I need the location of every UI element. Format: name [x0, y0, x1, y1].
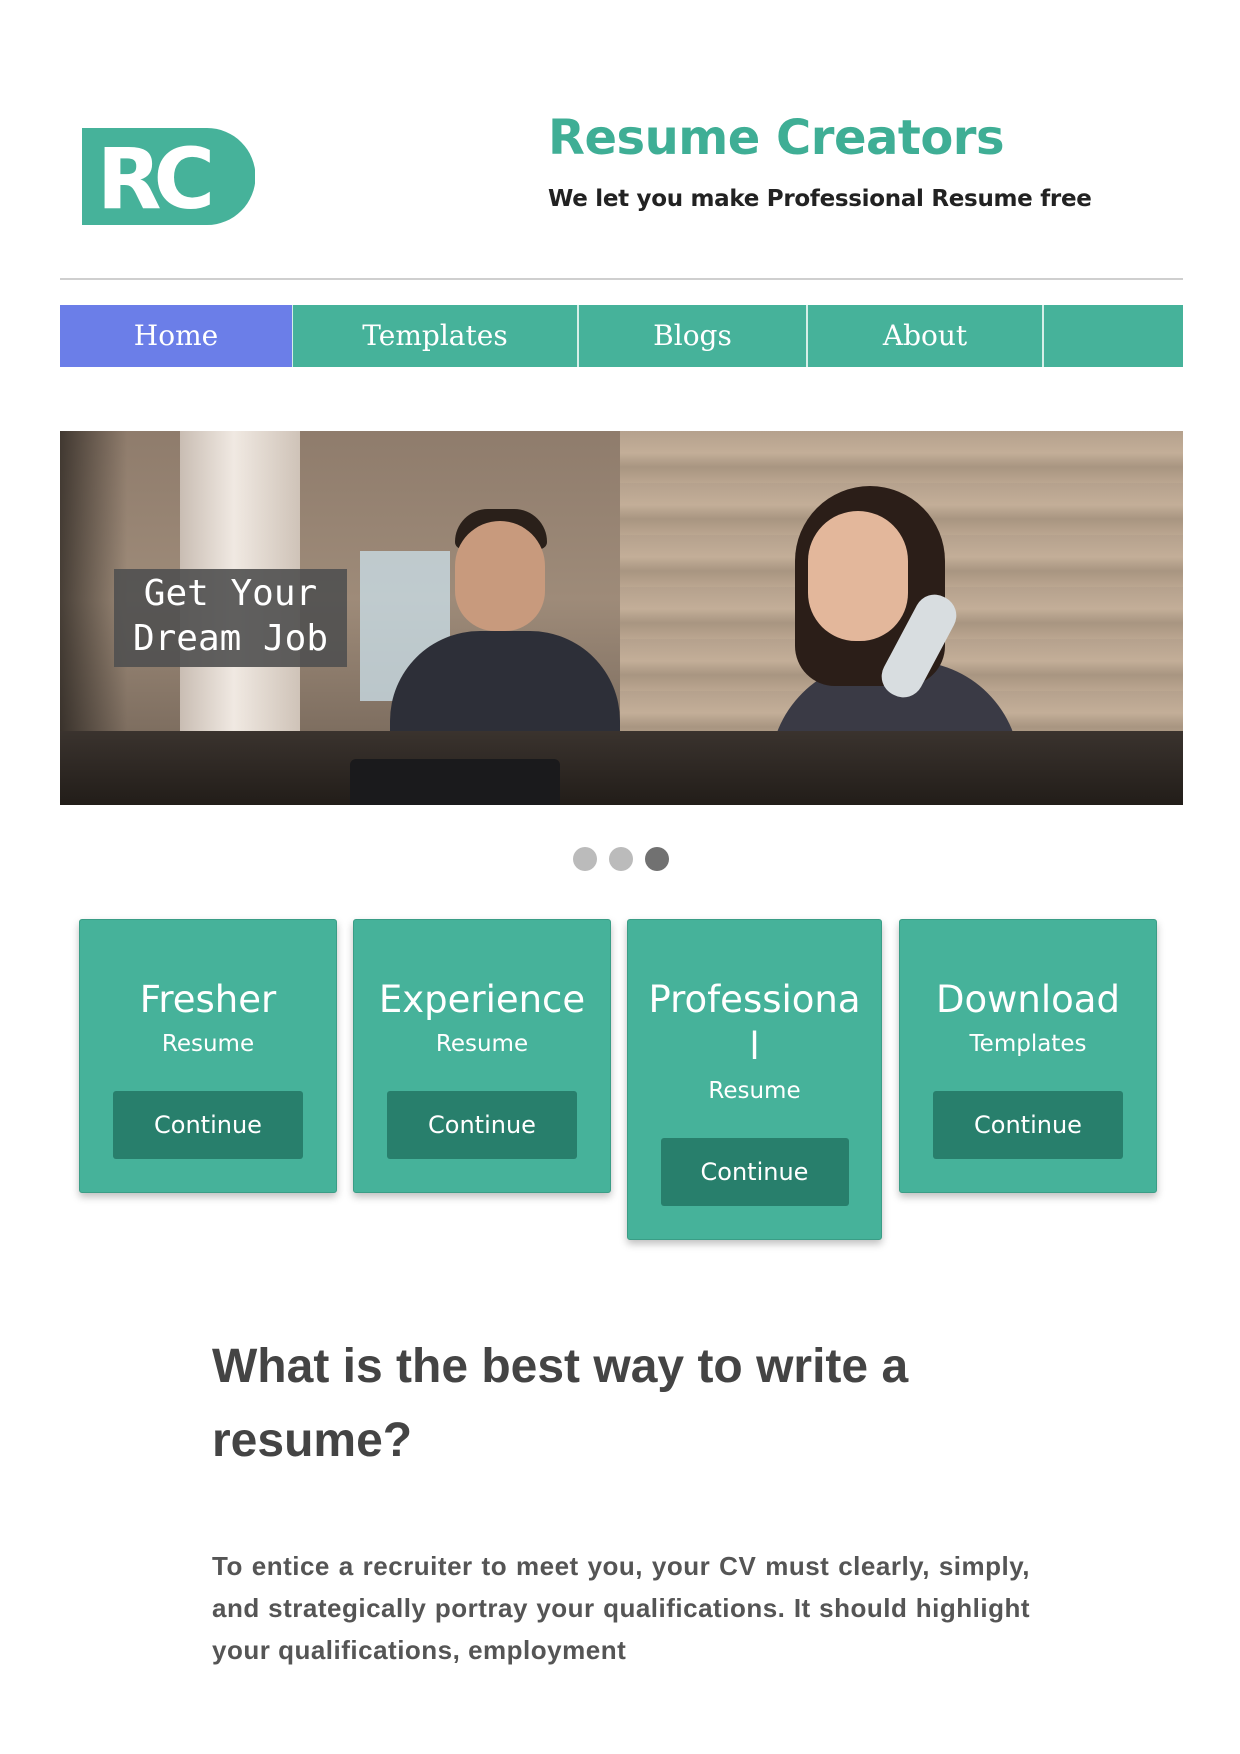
hero-caption-line1: Get Your: [143, 573, 318, 614]
hero-caption: Get Your Dream Job: [114, 569, 347, 667]
nav-item-empty[interactable]: [1044, 305, 1183, 367]
card-title: Download: [936, 978, 1120, 1021]
card-title: Professional: [648, 978, 861, 1068]
card-subtitle: Resume: [435, 1031, 529, 1057]
nav-item-home[interactable]: Home: [60, 305, 293, 367]
site-tagline: We let you make Professional Resume free: [548, 186, 1092, 212]
hero-caption-line2: Dream Job: [132, 618, 329, 659]
nav-item-blogs[interactable]: Blogs: [579, 305, 808, 367]
continue-button[interactable]: Continue: [933, 1091, 1123, 1159]
article-heading: What is the best way to write a resume?: [212, 1340, 909, 1467]
slide-dot-3[interactable]: [645, 847, 669, 871]
slide-dot-2[interactable]: [609, 847, 633, 871]
header-divider: [60, 278, 1183, 280]
card-subtitle: Resume: [161, 1031, 255, 1057]
rc-logo: RC: [82, 128, 255, 225]
site-title: Resume Creators: [548, 110, 1005, 166]
card-experience: Experience Resume Continue: [353, 919, 611, 1193]
main-nav: Home Templates Blogs About: [60, 305, 1183, 367]
article-paragraph: To entice a recruiter to meet you, your …: [212, 1551, 1030, 1665]
card-title: Experience: [378, 978, 586, 1021]
nav-item-about[interactable]: About: [808, 305, 1044, 367]
nav-item-templates[interactable]: Templates: [293, 305, 579, 367]
slide-dot-1[interactable]: [573, 847, 597, 871]
card-subtitle: Resume: [708, 1078, 801, 1104]
slideshow-dots: [573, 847, 669, 871]
card-download: Download Templates Continue: [899, 919, 1157, 1193]
continue-button[interactable]: Continue: [113, 1091, 303, 1159]
svg-text:RC: RC: [97, 130, 211, 225]
card-title: Fresher: [139, 978, 277, 1021]
card-fresher: Fresher Resume Continue: [79, 919, 337, 1193]
continue-button[interactable]: Continue: [387, 1091, 577, 1159]
card-subtitle: Templates: [969, 1031, 1087, 1057]
card-professional: Professional Resume Continue: [627, 919, 882, 1240]
continue-button[interactable]: Continue: [660, 1138, 849, 1206]
